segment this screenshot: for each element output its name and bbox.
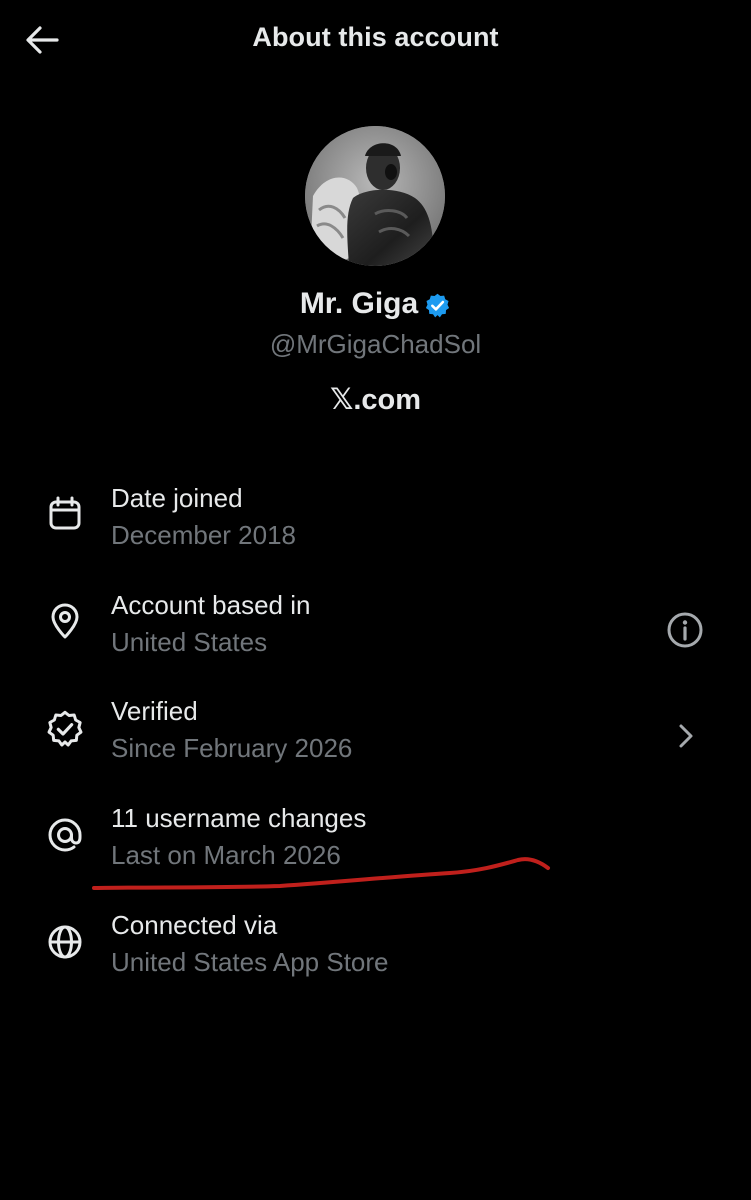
display-name-row: Mr. Giga xyxy=(0,287,751,321)
row-subtitle: Since February 2026 xyxy=(111,733,353,763)
handle: @MrGigaChadSol xyxy=(269,329,482,359)
avatar-photo xyxy=(305,126,445,266)
chevron-right-icon xyxy=(679,724,693,748)
username-changes-row: 11 username changes Last on March 2026 xyxy=(0,794,751,884)
info-button[interactable] xyxy=(663,608,707,652)
display-name: Mr. Giga xyxy=(299,287,419,320)
row-title: Account based in xyxy=(111,590,311,620)
row-title: Date joined xyxy=(111,483,243,513)
avatar[interactable] xyxy=(305,126,445,266)
calendar-icon xyxy=(44,493,86,535)
verified-badge-icon xyxy=(424,292,451,319)
row-subtitle: Last on March 2026 xyxy=(111,840,341,870)
date-joined-row: Date joined December 2018 xyxy=(0,474,751,564)
row-title: Connected via xyxy=(111,910,278,940)
verified-details-button[interactable] xyxy=(663,714,707,758)
at-sign-icon xyxy=(44,814,86,856)
row-title: Verified xyxy=(111,696,198,726)
row-subtitle: United States xyxy=(111,627,268,657)
page-title: About this account xyxy=(252,22,499,52)
verified-check-icon xyxy=(44,708,86,750)
top-bar: About this account xyxy=(0,0,751,80)
connected-via-row: Connected via United States App Store xyxy=(0,901,751,991)
row-subtitle: December 2018 xyxy=(111,520,296,550)
row-title: 11 username changes xyxy=(111,803,367,833)
account-based-in-row: Account based in United States xyxy=(0,581,751,671)
location-pin-icon xyxy=(44,600,86,642)
row-subtitle: United States App Store xyxy=(111,947,389,977)
verified-row[interactable]: Verified Since February 2026 xyxy=(0,687,751,777)
brand-link: 𝕏.com xyxy=(329,384,422,416)
globe-icon xyxy=(44,921,86,963)
info-icon xyxy=(667,612,703,648)
